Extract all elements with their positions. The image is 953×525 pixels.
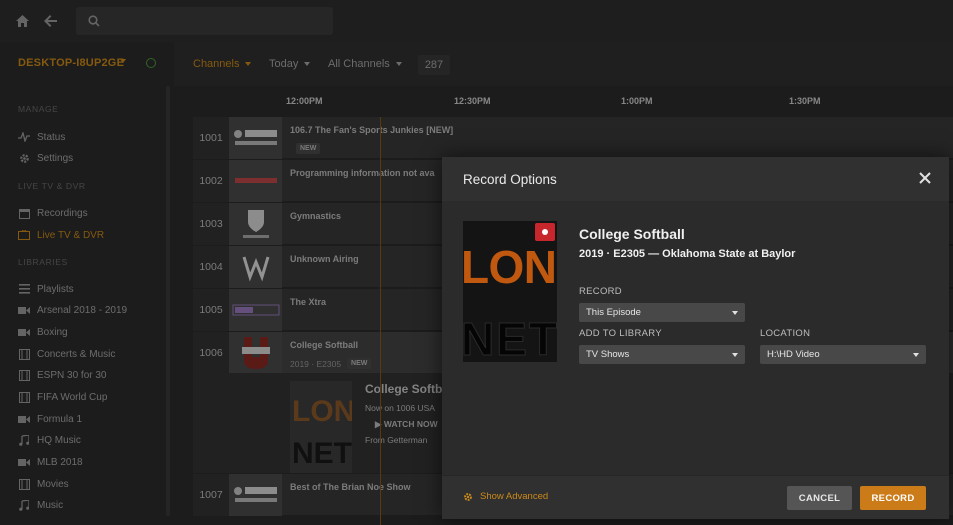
app-window: DESKTOP-I8UP2GE MANAGE Status Settings L… — [0, 0, 953, 525]
library-select[interactable]: TV Shows — [579, 345, 745, 364]
svg-text:NET: NET — [463, 313, 557, 362]
chevron-down-icon — [732, 353, 738, 357]
location-label: LOCATION — [760, 328, 811, 339]
library-label: ADD TO LIBRARY — [579, 328, 662, 339]
record-button[interactable]: RECORD — [860, 486, 926, 510]
record-select-value: This Episode — [586, 307, 641, 318]
record-options-dialog: Record Options LON NET College Softball 2… — [442, 157, 949, 519]
dialog-title: Record Options — [463, 172, 557, 187]
location-select[interactable]: H:\HD Video — [760, 345, 926, 364]
library-select-value: TV Shows — [586, 349, 630, 360]
chevron-down-icon — [913, 353, 919, 357]
record-indicator-icon — [535, 223, 555, 241]
record-label: RECORD — [579, 286, 622, 297]
episode-info: 2019 · E2305 — Oklahoma State at Baylor — [579, 248, 796, 260]
dialog-header: Record Options — [442, 157, 949, 201]
svg-text:LON: LON — [463, 241, 557, 293]
chevron-down-icon — [732, 311, 738, 315]
show-advanced-label: Show Advanced — [480, 491, 549, 502]
close-icon[interactable] — [918, 171, 934, 187]
location-select-value: H:\HD Video — [767, 349, 820, 360]
show-poster: LON NET — [463, 221, 557, 362]
record-select[interactable]: This Episode — [579, 303, 745, 322]
show-advanced-link[interactable]: Show Advanced — [463, 491, 548, 502]
dialog-footer: Show Advanced CANCEL RECORD — [442, 475, 949, 519]
gear-icon — [463, 492, 473, 502]
show-title: College Softball — [579, 226, 685, 242]
cancel-button[interactable]: CANCEL — [787, 486, 852, 510]
